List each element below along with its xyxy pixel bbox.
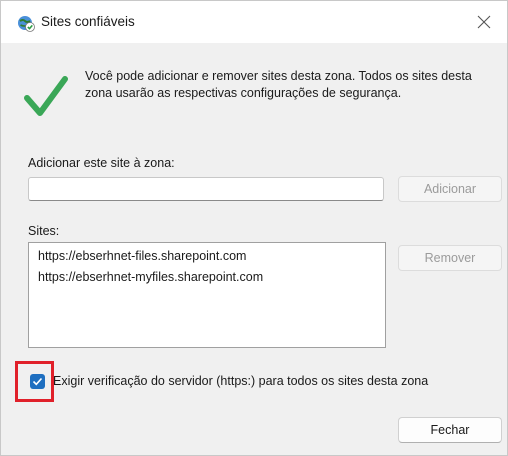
close-icon <box>477 15 491 29</box>
dialog-content: Você pode adicionar e remover sites dest… <box>1 43 507 455</box>
close-dialog-button[interactable]: Fechar <box>398 417 502 443</box>
trusted-sites-dialog: Sites confiáveis Você pode adicionar e r… <box>0 0 508 456</box>
globe-check-icon <box>17 14 35 32</box>
highlight-box <box>15 361 54 402</box>
add-site-input[interactable] <box>28 177 384 201</box>
green-checkmark-icon <box>23 73 69 119</box>
sites-list[interactable]: https://ebserhnet-files.sharepoint.com h… <box>28 242 386 348</box>
window-title: Sites confiáveis <box>41 14 135 29</box>
add-site-label: Adicionar este site à zona: <box>28 156 175 170</box>
add-button[interactable]: Adicionar <box>398 176 502 202</box>
title-bar: Sites confiáveis <box>1 1 507 43</box>
intro-text: Você pode adicionar e remover sites dest… <box>85 69 472 100</box>
remove-button[interactable]: Remover <box>398 245 502 271</box>
require-https-label[interactable]: Exigir verificação do servidor (https:) … <box>53 374 428 388</box>
list-item[interactable]: https://ebserhnet-files.sharepoint.com <box>38 249 246 263</box>
close-button[interactable] <box>461 1 507 43</box>
sites-label: Sites: <box>28 224 60 238</box>
list-item[interactable]: https://ebserhnet-myfiles.sharepoint.com <box>38 270 263 284</box>
